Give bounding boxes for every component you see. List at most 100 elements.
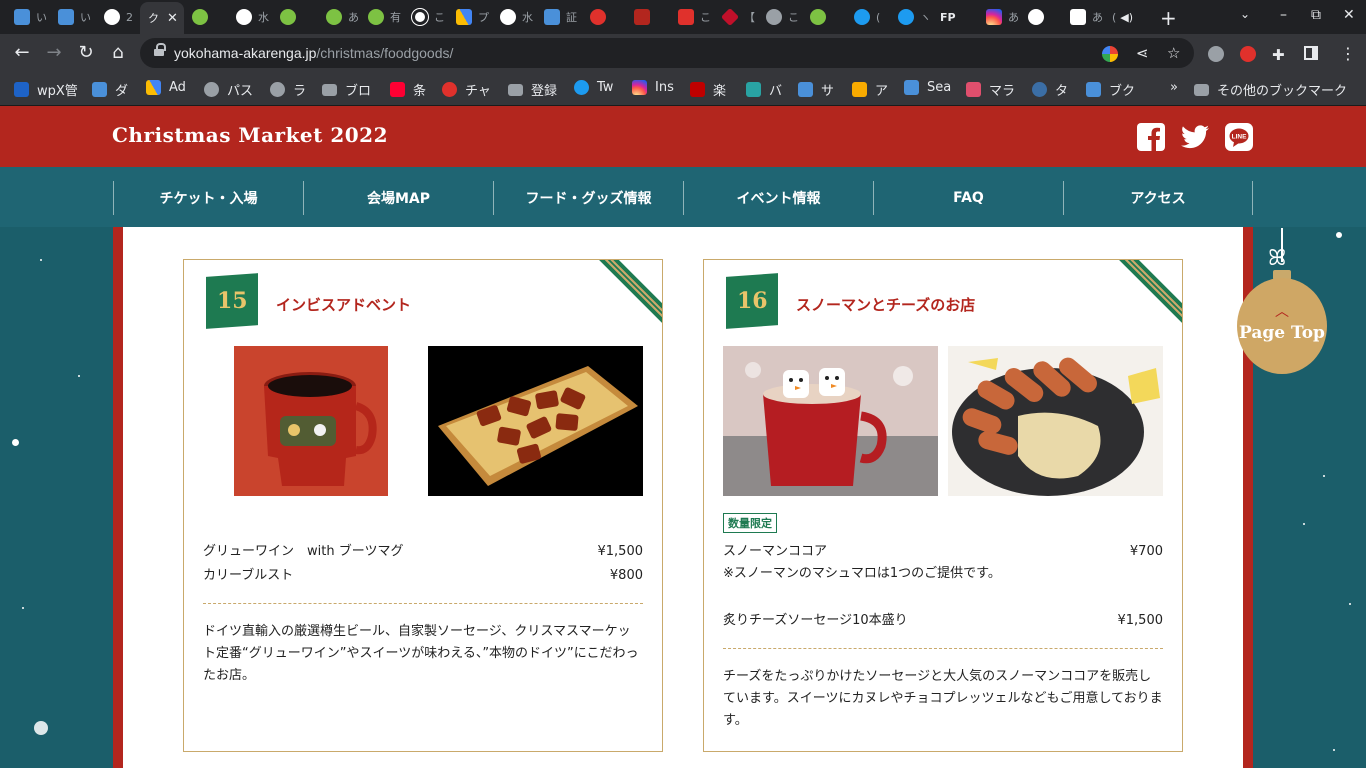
bookmark-star-icon[interactable]: ☆ xyxy=(1167,44,1180,62)
bookmark[interactable]: 登録 xyxy=(508,80,557,99)
tab-active[interactable]: ク ✕ xyxy=(140,2,184,34)
tab[interactable]: 証 xyxy=(544,4,577,30)
bookmark[interactable]: Sea xyxy=(904,80,951,95)
bookmark[interactable]: チャ xyxy=(442,80,491,99)
tab[interactable]: あ xyxy=(986,4,1019,30)
clock-icon xyxy=(412,9,428,25)
tab[interactable]: い xyxy=(14,4,47,30)
dashed-divider xyxy=(723,648,1163,649)
bookmark[interactable]: ラ xyxy=(270,80,306,99)
bookmark[interactable]: サ xyxy=(798,80,834,99)
tab[interactable]: あ xyxy=(326,4,359,30)
google-icon xyxy=(236,9,252,25)
tab[interactable]: 【 xyxy=(720,4,755,30)
nav-tickets[interactable]: チケット・入場 xyxy=(113,181,303,215)
green-circle-icon xyxy=(192,9,208,25)
page-top-button[interactable]: ꕤ ︿ Page Top xyxy=(1236,228,1328,376)
bookmark[interactable]: Ad xyxy=(146,80,186,95)
tab[interactable]: あ xyxy=(1070,4,1103,30)
tab-search-button[interactable]: ⌄ xyxy=(1240,7,1250,21)
close-window-button[interactable]: ✕ xyxy=(1343,7,1355,23)
tab[interactable]: 2 xyxy=(104,4,133,30)
nav-faq[interactable]: FAQ xyxy=(873,181,1063,215)
bookmark[interactable]: Ins xyxy=(632,80,674,95)
shop-description: ドイツ直輸入の厳選樽生ビール、自家製ソーセージ、クリスマスマーケット定番“グリュ… xyxy=(203,624,639,683)
tab[interactable]: (◀) xyxy=(1112,4,1133,30)
google-lens-icon[interactable] xyxy=(1102,46,1118,62)
chevron-right-icon: » xyxy=(1170,80,1178,95)
tab[interactable] xyxy=(1028,4,1044,30)
bookmark[interactable]: マラ xyxy=(966,80,1015,99)
tab[interactable]: ( xyxy=(854,4,880,30)
twitter-icon xyxy=(854,9,870,25)
lock-icon[interactable] xyxy=(154,43,166,58)
bookmark[interactable]: ブク xyxy=(1086,80,1135,99)
tab[interactable] xyxy=(634,4,650,30)
tab[interactable] xyxy=(810,4,826,30)
doc-icon xyxy=(1070,9,1086,25)
shop-icon xyxy=(798,82,813,97)
tab[interactable] xyxy=(280,4,296,30)
globe-icon xyxy=(766,9,782,25)
ads-icon xyxy=(456,9,472,25)
nav-access[interactable]: アクセス xyxy=(1063,181,1253,215)
forward-button[interactable]: → xyxy=(42,42,66,63)
menu-item: グリューワイン with ブーツマグ ¥1,500 xyxy=(203,541,643,563)
tab-label: 証 xyxy=(566,11,577,24)
bookmark[interactable]: パス xyxy=(204,80,253,99)
nav-venue-map[interactable]: 会場MAP xyxy=(303,181,493,215)
new-tab-button[interactable]: + xyxy=(1160,6,1177,30)
bookmark[interactable]: wpX管 xyxy=(14,80,78,99)
extension-icon[interactable] xyxy=(1240,46,1256,62)
bookmark[interactable]: タ xyxy=(1032,80,1068,99)
snowflake xyxy=(1336,232,1342,238)
menu-item: 炙りチーズソーセージ10本盛り ¥1,500 xyxy=(723,610,1163,632)
close-icon[interactable]: ✕ xyxy=(167,11,178,26)
puzzle-icon[interactable]: ✚ xyxy=(1272,46,1285,64)
bookmark[interactable]: ブロ xyxy=(322,80,371,99)
site-logo[interactable]: Christmas Market 2022 xyxy=(112,123,388,147)
line-icon[interactable]: LINE xyxy=(1225,123,1253,151)
other-bookmarks-folder[interactable]: その他のブックマーク xyxy=(1194,80,1347,99)
address-bar[interactable]: yokohama-akarenga.jp/christmas/foodgoods… xyxy=(140,38,1194,68)
minimize-button[interactable]: – xyxy=(1280,7,1287,23)
menu-item-name: グリューワイン with ブーツマグ xyxy=(203,544,404,559)
bookmark[interactable]: 楽 xyxy=(690,80,726,99)
tab[interactable]: い xyxy=(58,4,91,30)
ninja-icon xyxy=(270,82,285,97)
tab[interactable]: ヽ xyxy=(898,4,931,30)
snowflake xyxy=(1349,603,1351,605)
bookmark[interactable]: Tw xyxy=(574,80,613,95)
tab[interactable]: 水 xyxy=(500,4,533,30)
tab[interactable]: こ xyxy=(678,4,711,30)
url-text[interactable]: yokohama-akarenga.jp/christmas/foodgoods… xyxy=(174,45,453,61)
menu-icon[interactable]: ⋮ xyxy=(1340,44,1356,63)
maximize-button[interactable]: ⧉ xyxy=(1311,7,1321,23)
extension-icon[interactable] xyxy=(1208,46,1224,62)
tab[interactable]: 水 xyxy=(236,4,269,30)
bookmark[interactable]: バ xyxy=(746,80,782,99)
tab[interactable] xyxy=(590,4,606,30)
shop-card: 15 インビスアドベント グリューワイン with ブーツマグ ¥1,500 カ… xyxy=(183,259,663,752)
bookmark[interactable]: 条 xyxy=(390,80,426,99)
tab[interactable]: こ xyxy=(766,4,799,30)
tab[interactable]: 有 xyxy=(368,4,401,30)
twitter-icon[interactable] xyxy=(1181,123,1209,151)
bookmark[interactable]: ダ xyxy=(92,80,128,99)
bookmark[interactable]: ア xyxy=(852,80,888,99)
nav-events[interactable]: イベント情報 xyxy=(683,181,873,215)
side-panel-icon[interactable] xyxy=(1304,46,1318,60)
bookmark-label: バ xyxy=(769,84,783,99)
audio-icon[interactable]: ◀) xyxy=(1120,11,1133,24)
home-button[interactable]: ⌂ xyxy=(106,42,130,63)
tab[interactable] xyxy=(192,4,208,30)
nav-food-goods[interactable]: フード・グッズ情報 xyxy=(493,181,683,215)
tab[interactable]: プ xyxy=(456,4,489,30)
reload-button[interactable]: ↻ xyxy=(74,42,98,63)
more-bookmarks-button[interactable]: » xyxy=(1170,80,1178,95)
back-button[interactable]: ← xyxy=(10,42,34,63)
tab[interactable]: FP xyxy=(940,4,956,30)
tab[interactable]: こ xyxy=(412,4,445,30)
share-icon[interactable]: ⋖ xyxy=(1136,44,1149,62)
facebook-icon[interactable] xyxy=(1137,123,1165,151)
